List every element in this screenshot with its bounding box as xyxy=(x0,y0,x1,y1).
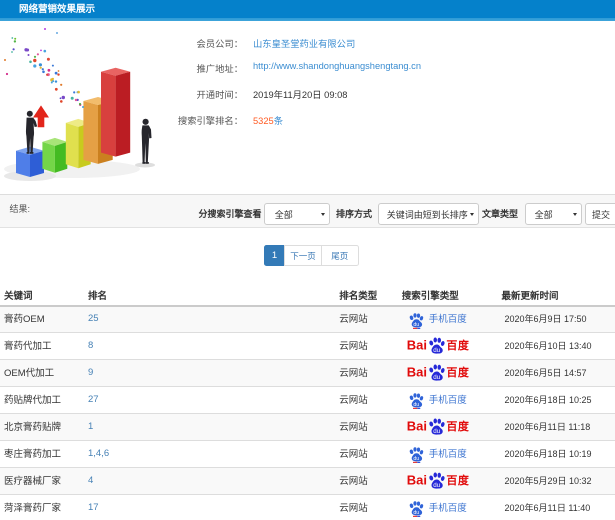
svg-text:du: du xyxy=(433,482,440,489)
svg-text:du: du xyxy=(433,347,440,354)
svg-text:du: du xyxy=(433,374,440,381)
svg-text:du: du xyxy=(433,428,440,435)
svg-text:du: du xyxy=(413,456,419,462)
svg-text:du: du xyxy=(413,402,419,408)
svg-text:du: du xyxy=(413,510,419,516)
svg-text:du: du xyxy=(413,321,419,327)
